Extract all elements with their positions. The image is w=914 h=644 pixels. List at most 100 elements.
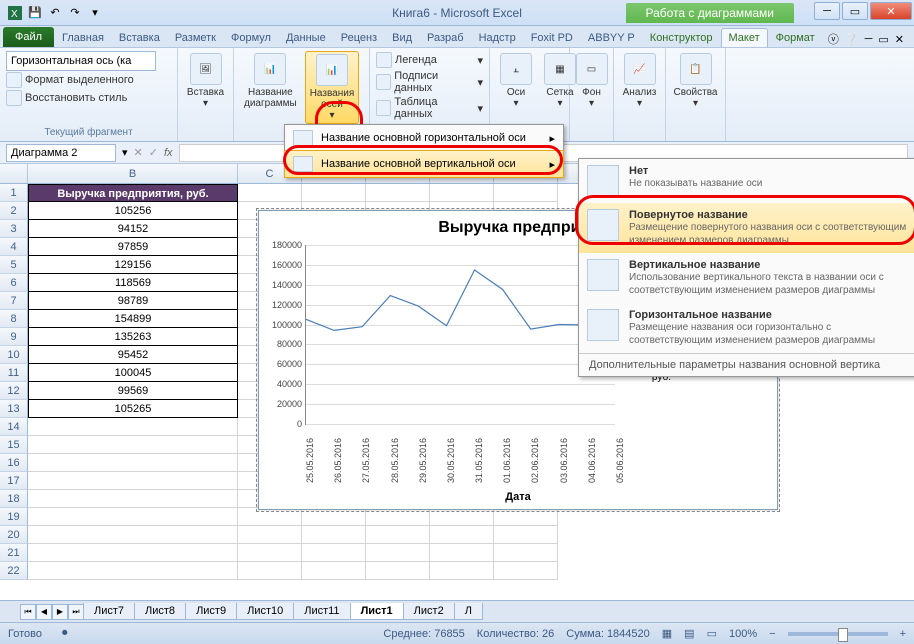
cell[interactable] bbox=[494, 526, 558, 544]
vert-axis-title-item[interactable]: Название основной вертикальной оси▸ bbox=[284, 150, 564, 178]
cell[interactable] bbox=[28, 454, 238, 472]
sheet-nav-next[interactable]: ▶ bbox=[52, 604, 68, 620]
sheet-nav-first[interactable]: ⏮ bbox=[20, 604, 36, 620]
cell[interactable] bbox=[366, 562, 430, 580]
sheet-tab[interactable]: Лист1 bbox=[350, 603, 404, 620]
legend-button[interactable]: Легенда▾ bbox=[376, 51, 483, 69]
row-header[interactable]: 7 bbox=[0, 292, 28, 310]
row-header[interactable]: 16 bbox=[0, 454, 28, 472]
cell[interactable] bbox=[366, 544, 430, 562]
select-all-corner[interactable] bbox=[0, 164, 28, 183]
cell[interactable] bbox=[430, 184, 494, 202]
cell[interactable] bbox=[494, 562, 558, 580]
zoom-level[interactable]: 100% bbox=[729, 628, 757, 640]
reset-style-button[interactable]: Восстановить стиль bbox=[6, 89, 171, 107]
zoom-slider[interactable] bbox=[788, 632, 888, 636]
cell[interactable] bbox=[302, 184, 366, 202]
row-header[interactable]: 19 bbox=[0, 508, 28, 526]
row-header[interactable]: 15 bbox=[0, 436, 28, 454]
background-button[interactable]: ▭Фон▾ bbox=[576, 51, 607, 111]
row-header[interactable]: 14 bbox=[0, 418, 28, 436]
doc-minimize-icon[interactable]: ─ bbox=[865, 33, 873, 45]
tab-data[interactable]: Данные bbox=[279, 29, 333, 47]
sheet-tab[interactable]: Лист9 bbox=[185, 603, 237, 620]
tab-chart-design[interactable]: Конструктор bbox=[643, 29, 720, 47]
cell[interactable] bbox=[494, 544, 558, 562]
chart-plot-area[interactable]: 0200004000060000800001000001200001400001… bbox=[305, 245, 615, 425]
row-header[interactable]: 10 bbox=[0, 346, 28, 364]
ribbon-minimize-icon[interactable]: ⓥ bbox=[828, 31, 839, 47]
cell[interactable] bbox=[28, 418, 238, 436]
cell[interactable]: 95452 bbox=[28, 346, 238, 364]
cell[interactable] bbox=[28, 562, 238, 580]
axis-titles-button[interactable]: 📊Названия осей▾ bbox=[305, 51, 360, 124]
more-options[interactable]: Дополнительные параметры названия основн… bbox=[579, 353, 914, 376]
cell[interactable] bbox=[366, 526, 430, 544]
tab-developer[interactable]: Разраб bbox=[420, 29, 471, 47]
cell[interactable] bbox=[238, 544, 302, 562]
row-header[interactable]: 21 bbox=[0, 544, 28, 562]
cell[interactable]: 118569 bbox=[28, 274, 238, 292]
tab-chart-layout[interactable]: Макет bbox=[721, 28, 768, 47]
chart-element-combo[interactable] bbox=[6, 51, 156, 71]
tab-chart-format[interactable]: Формат bbox=[769, 29, 822, 47]
cell[interactable] bbox=[366, 184, 430, 202]
option-horizontal[interactable]: Горизонтальное названиеРазмещение назван… bbox=[579, 303, 914, 353]
cell[interactable]: 99569 bbox=[28, 382, 238, 400]
enter-icon[interactable]: ✓ bbox=[149, 146, 158, 159]
cell[interactable]: 100045 bbox=[28, 364, 238, 382]
excel-icon[interactable]: X bbox=[6, 4, 24, 22]
cell[interactable] bbox=[28, 490, 238, 508]
tab-view[interactable]: Вид bbox=[385, 29, 419, 47]
cell[interactable] bbox=[430, 544, 494, 562]
row-header[interactable]: 20 bbox=[0, 526, 28, 544]
row-header[interactable]: 1 bbox=[0, 184, 28, 202]
name-box[interactable] bbox=[6, 144, 116, 162]
zoom-out-icon[interactable]: − bbox=[769, 628, 775, 640]
option-none[interactable]: НетНе показывать название оси bbox=[579, 159, 914, 203]
row-header[interactable]: 8 bbox=[0, 310, 28, 328]
minimize-button[interactable]: ─ bbox=[814, 2, 840, 20]
doc-restore-icon[interactable]: ▭ bbox=[878, 33, 888, 46]
tab-review[interactable]: Реценз bbox=[334, 29, 384, 47]
sheet-tab[interactable]: Лист2 bbox=[403, 603, 455, 620]
cell[interactable] bbox=[238, 184, 302, 202]
cell[interactable]: 105265 bbox=[28, 400, 238, 418]
file-tab[interactable]: Файл bbox=[3, 27, 54, 47]
data-labels-button[interactable]: Подписи данных▾ bbox=[376, 69, 483, 95]
fx-icon[interactable]: fx bbox=[164, 147, 173, 159]
qat-more-icon[interactable]: ▾ bbox=[86, 4, 104, 22]
cell[interactable] bbox=[494, 184, 558, 202]
cell[interactable] bbox=[430, 526, 494, 544]
horiz-axis-title-item[interactable]: Название основной горизонтальной оси▸ bbox=[285, 125, 563, 151]
chart-x-axis-label[interactable]: Дата bbox=[259, 491, 777, 503]
row-header[interactable]: 5 bbox=[0, 256, 28, 274]
format-selection-button[interactable]: Формат выделенного bbox=[6, 71, 171, 89]
row-header[interactable]: 4 bbox=[0, 238, 28, 256]
col-header-B[interactable]: B bbox=[28, 164, 238, 183]
sheet-nav-last[interactable]: ⏭ bbox=[68, 604, 84, 620]
macro-record-icon[interactable]: ⏺ bbox=[62, 627, 68, 640]
cell[interactable]: 105256 bbox=[28, 202, 238, 220]
row-header[interactable]: 13 bbox=[0, 400, 28, 418]
cell[interactable] bbox=[238, 562, 302, 580]
cell[interactable] bbox=[28, 436, 238, 454]
cell[interactable] bbox=[302, 526, 366, 544]
tab-home[interactable]: Главная bbox=[55, 29, 111, 47]
help-icon[interactable]: ❔ bbox=[845, 33, 859, 46]
tab-abbyy[interactable]: ABBYY P bbox=[581, 29, 642, 47]
row-header[interactable]: 11 bbox=[0, 364, 28, 382]
option-vertical[interactable]: Вертикальное названиеИспользование верти… bbox=[579, 253, 914, 303]
cell[interactable] bbox=[28, 544, 238, 562]
cell[interactable]: 97859 bbox=[28, 238, 238, 256]
cell[interactable]: Выручка предприятия, руб. bbox=[28, 184, 238, 202]
view-normal-icon[interactable]: ▦ bbox=[662, 627, 672, 640]
sheet-tab[interactable]: Лист7 bbox=[83, 603, 135, 620]
redo-icon[interactable]: ↷ bbox=[66, 4, 84, 22]
cell[interactable]: 129156 bbox=[28, 256, 238, 274]
cell[interactable] bbox=[28, 508, 238, 526]
sheet-tab[interactable]: Лист8 bbox=[134, 603, 186, 620]
save-icon[interactable]: 💾 bbox=[26, 4, 44, 22]
cell[interactable] bbox=[302, 562, 366, 580]
chart-title-button[interactable]: 📊Название диаграммы bbox=[240, 51, 301, 111]
